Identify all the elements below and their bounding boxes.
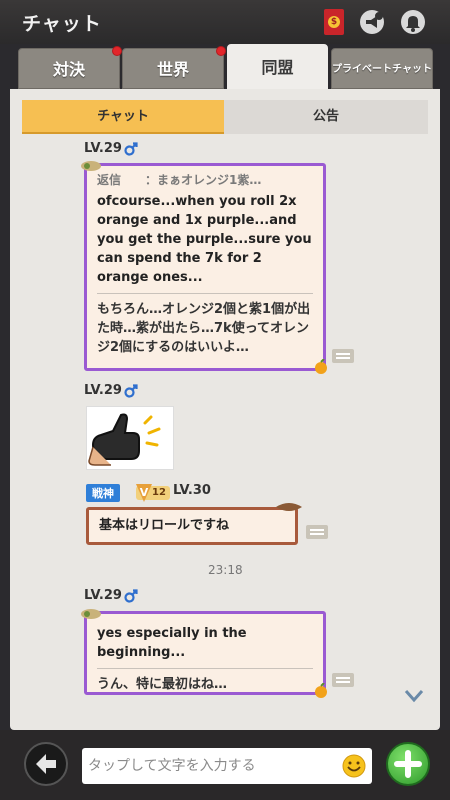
message-translation: うん、特に最初はね…: [97, 677, 228, 692]
notification-dot: [216, 46, 226, 56]
thumbs-up-sticker[interactable]: [86, 406, 174, 470]
tab-alliance-label: 同盟: [261, 58, 294, 77]
frame-ornament-icon: [81, 609, 101, 619]
back-button[interactable]: [24, 742, 68, 786]
plus-icon: [394, 750, 422, 778]
tab-private-chat-label: プライベートチャット: [332, 64, 432, 75]
message-text: ofcourse...when you roll 2x orange and 1…: [97, 194, 312, 285]
translation-divider: [97, 668, 313, 669]
reply-quote: 返信 ：まぁオレンジ1紫…: [87, 166, 323, 188]
coupon-icon[interactable]: $: [324, 9, 344, 35]
male-icon: [124, 141, 138, 156]
level-text: LV.30: [173, 483, 211, 498]
frame-ornament-icon: [276, 503, 302, 511]
arrow-left-icon: [36, 754, 56, 774]
translate-icon[interactable]: [306, 525, 328, 539]
notification-dot: [112, 46, 122, 56]
megaphone-icon[interactable]: [358, 8, 386, 36]
vip-badge: V 12: [136, 484, 170, 502]
tab-world[interactable]: 世界: [122, 46, 226, 89]
sender-level: LV.29: [84, 383, 138, 398]
scroll-down-icon[interactable]: [404, 689, 424, 703]
level-text: LV.29: [84, 383, 122, 398]
sender-level: LV.29: [84, 588, 138, 603]
input-bar: タップして文字を入力する: [0, 730, 450, 800]
reply-label: 返信: [97, 173, 122, 187]
message-bubble[interactable]: 返信 ：まぁオレンジ1紫… ofcourse...when you roll 2x…: [84, 163, 326, 371]
level-text: LV.29: [84, 141, 122, 156]
orange-fruit-icon: [315, 359, 327, 374]
bell-icon[interactable]: [399, 8, 427, 36]
level-text: LV.29: [84, 588, 122, 603]
tab-world-label: 世界: [156, 60, 189, 79]
male-icon: [124, 383, 138, 398]
frame-ornament-icon: [81, 161, 101, 171]
translation-divider: [97, 293, 313, 294]
chat-log[interactable]: LV.29 返信 ：まぁオレンジ1紫… ofcourse...when you r…: [10, 89, 440, 730]
thumbs-up-icon: [88, 413, 161, 466]
message-input-placeholder: タップして文字を入力する: [88, 758, 256, 774]
reply-text: ：まぁオレンジ1紫…: [145, 173, 262, 187]
emoji-icon[interactable]: [342, 754, 366, 778]
sender-level: LV.29: [84, 141, 138, 156]
tab-alliance[interactable]: 同盟: [227, 44, 328, 90]
vip-icon: V: [136, 484, 152, 502]
timestamp: 23:18: [208, 563, 243, 577]
message-text: yes especially in the beginning...: [97, 626, 247, 660]
translate-icon[interactable]: [332, 349, 354, 363]
message-bubble[interactable]: 基本はリロールですね: [86, 507, 298, 545]
page-title: チャット: [22, 13, 102, 35]
orange-fruit-icon: [315, 683, 327, 698]
top-bar: チャット $: [0, 0, 450, 44]
translate-icon[interactable]: [332, 673, 354, 687]
message-input[interactable]: タップして文字を入力する: [82, 748, 372, 784]
vip-level: 12: [152, 487, 166, 498]
channel-tabs: 対決 世界 同盟 プライベートチャット: [0, 44, 450, 90]
tab-battle[interactable]: 対決: [18, 46, 122, 89]
tab-battle-label: 対決: [52, 60, 85, 79]
coupon-symbol: $: [328, 16, 340, 28]
message-translation: もちろん…オレンジ2個と紫1個が出た時…紫が出たら…7k使ってオレンジ2個にする…: [97, 302, 311, 355]
sender-level: LV.30: [173, 483, 211, 498]
add-button[interactable]: [386, 742, 430, 786]
message-text: 基本はリロールですね: [99, 518, 230, 533]
rank-badge: 戦神: [86, 484, 120, 502]
male-icon: [124, 588, 138, 603]
tab-private-chat[interactable]: プライベートチャット: [331, 48, 433, 89]
message-bubble[interactable]: yes especially in the beginning... うん、特に…: [84, 611, 326, 695]
